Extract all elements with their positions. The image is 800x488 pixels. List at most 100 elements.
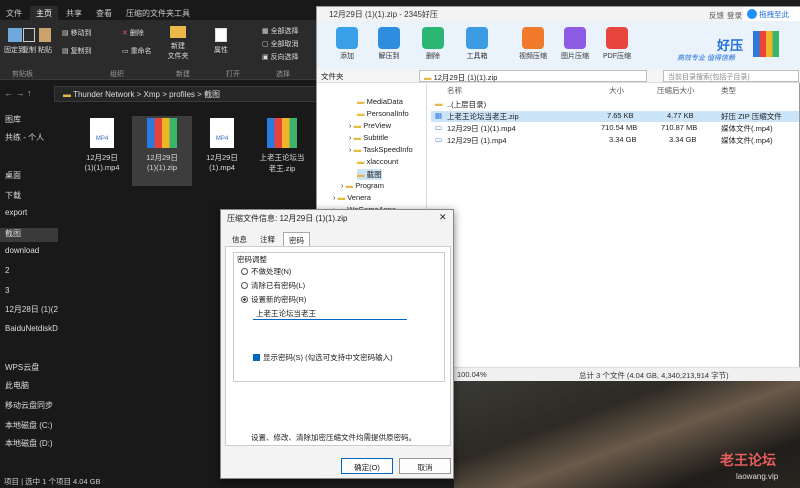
- nav-item[interactable]: 本地磁盘 (C:): [0, 420, 58, 434]
- radio-icon: [241, 268, 248, 275]
- nav-item[interactable]: 共练 - 个人: [0, 132, 58, 146]
- add-button[interactable]: 添加: [327, 27, 367, 61]
- nav-item[interactable]: 截图: [0, 228, 58, 242]
- toolbox-button[interactable]: 工具箱: [457, 27, 497, 61]
- file-item[interactable]: 上老王论坛当 老王.zip: [252, 116, 312, 186]
- list-row[interactable]: ▦ 上老王论坛当老王.zip 7.65 KB 4.77 KB 好压 ZIP 压缩文件: [431, 111, 799, 122]
- tab-file[interactable]: 文件: [0, 6, 28, 20]
- image-compress-button[interactable]: 图片压缩: [555, 27, 595, 61]
- nav-item[interactable]: 12月28日 (1)(2: [0, 304, 58, 318]
- copy-button[interactable]: 复制: [22, 28, 36, 55]
- folder-icon: [170, 26, 186, 38]
- list-row[interactable]: ▬ ..(上层目录): [431, 99, 799, 110]
- col-csize[interactable]: 压缩后大小: [657, 85, 695, 96]
- group-label: 打开: [226, 71, 240, 78]
- nav-item[interactable]: WPS云盘: [0, 362, 58, 376]
- nav-item[interactable]: BaiduNetdiskD: [0, 324, 58, 338]
- extract-button[interactable]: 解压到: [369, 27, 409, 61]
- feedback-link[interactable]: 反馈: [709, 10, 724, 21]
- paste-icon: [39, 28, 51, 42]
- file-item[interactable]: MP4 12月29日 (1).mp4: [192, 116, 252, 186]
- radio-set-password[interactable]: 设置新的密码(R): [241, 294, 306, 305]
- folder-icon: ▬: [345, 181, 354, 190]
- tab-comment[interactable]: 注释: [255, 232, 280, 247]
- dialog-title: 压缩文件信息: 12月29日 (1)(1).zip: [227, 214, 348, 223]
- zip-search-input[interactable]: 当前目录搜索(包括子目录): [663, 70, 799, 82]
- folder-icon: ▬: [353, 121, 362, 130]
- tab-compressed-tools[interactable]: 压缩的文件夹工具: [120, 6, 196, 20]
- radio-clear-password[interactable]: 清除已有密码(L): [241, 280, 305, 291]
- tree-node[interactable]: ▬ 截图: [357, 169, 382, 180]
- delete-button[interactable]: ✕ 删除: [122, 28, 144, 38]
- folder-icon: ▬: [357, 157, 365, 166]
- col-size[interactable]: 大小: [609, 85, 624, 96]
- folder-icon: ▬: [63, 90, 71, 99]
- nav-item[interactable]: 2: [0, 266, 58, 280]
- cancel-button[interactable]: 取消: [399, 458, 451, 474]
- copy-to-button[interactable]: ▤ 复制到: [62, 46, 92, 56]
- list-row[interactable]: ▭ 12月29日 (1)(1).mp4 710.54 MB 710.87 MB 媒体文件…: [431, 123, 799, 134]
- nav-item[interactable]: 移动云盘同步: [0, 400, 58, 414]
- video-compress-button[interactable]: 视频压缩: [513, 27, 553, 61]
- zip-address-bar[interactable]: ▬ 12月29日 (1)(1).zip: [419, 70, 647, 82]
- login-link[interactable]: 登录: [727, 10, 742, 21]
- nav-item[interactable]: export: [0, 208, 58, 222]
- tab-info[interactable]: 信息: [227, 232, 252, 247]
- move-to-button[interactable]: ▤ 移动到: [62, 28, 92, 38]
- invert-selection-button[interactable]: ▣ 反向选择: [262, 52, 299, 62]
- tree-node[interactable]: › ▬ Program: [341, 181, 384, 190]
- folder-icon: ▬: [357, 170, 365, 179]
- media-file-icon: ▭: [435, 135, 443, 144]
- drag-vip-button[interactable]: 拖拽至此: [743, 7, 800, 21]
- col-type[interactable]: 类型: [721, 85, 736, 96]
- tree-node[interactable]: › ▬ PreView: [349, 121, 391, 130]
- nav-item[interactable]: 本地磁盘 (D:): [0, 438, 58, 452]
- tree-node[interactable]: ▬ PersonalInfo: [357, 109, 409, 118]
- nav-item[interactable]: 桌面: [0, 170, 58, 184]
- tab-share[interactable]: 共享: [60, 6, 88, 20]
- nav-item[interactable]: download: [0, 246, 58, 260]
- address-bar[interactable]: ▬ Thunder Network > Xmp > profiles > 截图: [54, 86, 320, 102]
- radio-no-action[interactable]: 不做处理(N): [241, 266, 291, 277]
- pdf-compress-button[interactable]: PDF压缩: [597, 27, 637, 61]
- delete-icon: ✕: [122, 30, 128, 37]
- select-all-button[interactable]: ▦ 全部选择: [262, 26, 299, 36]
- folder-icon: ▬: [337, 193, 346, 202]
- show-password-checkbox[interactable]: 显示密码(S) (勾选可支持中文密码输入): [253, 352, 393, 363]
- delete-button[interactable]: 删除: [413, 27, 453, 61]
- tree-node[interactable]: ▬ xlaccount: [357, 157, 398, 166]
- col-name[interactable]: 名称: [447, 85, 462, 96]
- folder-icon: ▬: [357, 97, 365, 106]
- nav-item[interactable]: 下载: [0, 190, 58, 204]
- tree-node[interactable]: › ▬ TaskSpeedInfo: [349, 145, 413, 154]
- nav-item[interactable]: 3: [0, 286, 58, 300]
- password-input[interactable]: 上老王论坛当老王: [253, 306, 407, 320]
- watermark-logo: 老王论坛: [720, 452, 776, 468]
- tab-view[interactable]: 查看: [90, 6, 118, 20]
- nav-item[interactable]: 此电脑: [0, 380, 58, 394]
- select-none-button[interactable]: ▢ 全部取消: [262, 39, 299, 49]
- back-arrow-icon[interactable]: ← → ↑: [4, 88, 32, 98]
- list-row[interactable]: ▭ 12月29日 (1).mp4 3.34 GB 3.34 GB 媒体文件(.mp4): [431, 135, 799, 146]
- zip-toolbar: 添加 解压到 删除 工具箱 视频压缩 图片压缩 PDF压缩 好压 高效专业 值得…: [317, 21, 800, 73]
- close-icon[interactable]: ✕: [439, 212, 447, 223]
- vip-icon: [747, 9, 757, 19]
- checkbox-icon: [253, 354, 260, 361]
- radio-icon: [241, 282, 248, 289]
- file-item[interactable]: MP4 12月29日 (1)(1).mp4: [72, 116, 132, 186]
- new-folder-button[interactable]: 新建 文件夹: [166, 26, 190, 61]
- summary-text: 总计 3 个文件 (4.04 GB, 4,340,213,914 字节): [579, 371, 729, 380]
- paste-button[interactable]: 粘贴: [38, 28, 52, 55]
- properties-button[interactable]: 属性: [214, 28, 228, 55]
- rename-button[interactable]: ▭ 重命名: [122, 46, 152, 56]
- ok-button[interactable]: 确定(O): [341, 458, 393, 474]
- tree-node[interactable]: ▬ MediaData: [357, 97, 403, 106]
- group-label: 组织: [110, 71, 124, 78]
- tree-node[interactable]: › ▬ Subtitle: [349, 133, 388, 142]
- group-label: 剪贴板: [12, 71, 33, 78]
- media-file-icon: ▭: [435, 123, 443, 132]
- file-item[interactable]: 12月29日 (1)(1).zip: [132, 116, 192, 186]
- nav-item[interactable]: 图库: [0, 114, 58, 128]
- tree-node[interactable]: › ▬ Venera: [333, 193, 371, 202]
- tab-home[interactable]: 主页: [30, 6, 58, 20]
